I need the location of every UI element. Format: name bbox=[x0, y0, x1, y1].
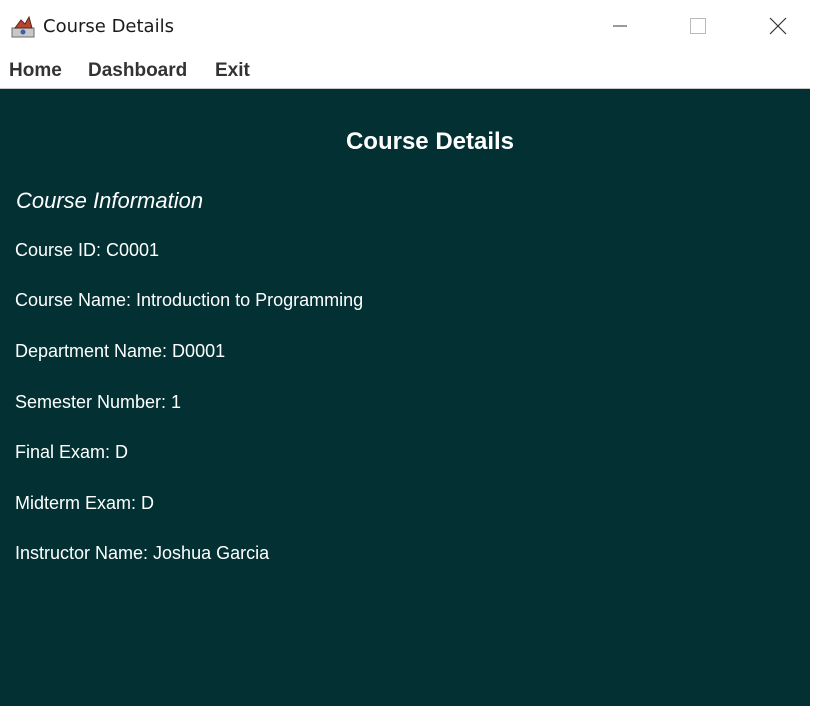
menu-item-home[interactable]: Home bbox=[9, 60, 62, 82]
final-exam-label: Final Exam: D bbox=[15, 442, 129, 462]
course-id-label: Course ID: C0001 bbox=[15, 240, 160, 260]
menu-item-dashboard[interactable]: Dashboard bbox=[88, 60, 187, 82]
maximize-icon bbox=[690, 18, 706, 34]
midterm-exam-label: Midterm Exam: D bbox=[15, 493, 155, 513]
close-button[interactable] bbox=[756, 8, 800, 44]
title-bar[interactable]: Course Details bbox=[0, 0, 810, 52]
minimize-icon bbox=[613, 25, 627, 27]
minimize-button[interactable] bbox=[598, 8, 642, 44]
maximize-button[interactable] bbox=[676, 8, 720, 44]
department-name-label: Department Name: D0001 bbox=[15, 341, 226, 361]
instructor-name-label: Instructor Name: Joshua Garcia bbox=[15, 543, 270, 563]
page-title: Course Details bbox=[345, 128, 515, 155]
course-details-panel: Course Details Course Information Course… bbox=[0, 89, 810, 706]
course-name-label: Course Name: Introduction to Programming bbox=[15, 290, 364, 310]
app-window: Course Details Home Dashboard Exit Cours… bbox=[0, 0, 810, 706]
semester-number-label: Semester Number: 1 bbox=[15, 392, 182, 412]
window-title: Course Details bbox=[43, 16, 174, 37]
menu-item-exit[interactable]: Exit bbox=[215, 60, 250, 82]
close-icon bbox=[769, 17, 787, 35]
menu-bar: Home Dashboard Exit bbox=[0, 52, 810, 89]
java-app-icon bbox=[11, 14, 35, 38]
section-title: Course Information bbox=[16, 188, 204, 213]
